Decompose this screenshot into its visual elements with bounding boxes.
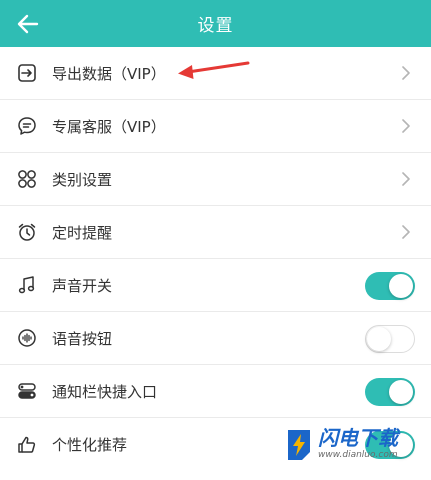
settings-row-voice: 语音按钮 bbox=[0, 312, 431, 365]
export-icon bbox=[16, 62, 38, 84]
chevron-right-icon bbox=[402, 225, 410, 239]
arrow-left-icon bbox=[17, 14, 39, 34]
settings-row-customer-service[interactable]: 专属客服（VIP） bbox=[0, 100, 431, 153]
settings-row-notification-shortcut: 通知栏快捷入口 bbox=[0, 365, 431, 418]
settings-row-label: 导出数据（VIP） bbox=[52, 64, 166, 83]
app-header: 设置 bbox=[0, 0, 431, 47]
settings-row-label: 声音开关 bbox=[52, 276, 113, 295]
chat-bubble-icon bbox=[16, 115, 38, 137]
category-grid-icon bbox=[16, 168, 38, 190]
lightning-logo-icon bbox=[288, 430, 310, 460]
watermark-brand: 闪电下载 bbox=[318, 426, 398, 450]
watermark-text: 闪电下载 www.dianluo.com bbox=[318, 427, 398, 461]
settings-row-category[interactable]: 类别设置 bbox=[0, 153, 431, 206]
settings-row-label: 通知栏快捷入口 bbox=[52, 382, 158, 401]
settings-row-export-data[interactable]: 导出数据（VIP） bbox=[0, 47, 431, 100]
settings-row-label: 个性化推荐 bbox=[52, 436, 128, 454]
voice-button-toggle[interactable] bbox=[365, 325, 415, 353]
thumbs-up-icon bbox=[16, 434, 38, 456]
chevron-right-icon bbox=[402, 172, 410, 186]
toggle-knob bbox=[389, 380, 413, 404]
toggle-knob bbox=[367, 326, 391, 351]
notification-bar-icon bbox=[16, 380, 38, 402]
back-button[interactable] bbox=[12, 8, 44, 40]
watermark-url: www.dianluo.com bbox=[318, 450, 398, 460]
chevron-right-icon bbox=[402, 66, 410, 80]
page-title: 设置 bbox=[197, 16, 234, 36]
notification-shortcut-toggle[interactable] bbox=[365, 378, 415, 406]
settings-list: 导出数据（VIP） 专属客服（VIP） 类别设置 定时提醒 声音开关 语音按钮 … bbox=[0, 47, 431, 471]
settings-row-sound: 声音开关 bbox=[0, 259, 431, 312]
music-note-icon bbox=[16, 274, 38, 296]
settings-row-label: 语音按钮 bbox=[52, 329, 113, 348]
sound-toggle[interactable] bbox=[365, 272, 415, 300]
chevron-right-icon bbox=[402, 119, 410, 133]
toggle-knob bbox=[389, 274, 413, 298]
alarm-clock-icon bbox=[16, 221, 38, 243]
settings-row-label: 类别设置 bbox=[52, 170, 113, 189]
settings-row-label: 定时提醒 bbox=[52, 223, 113, 242]
voice-wave-icon bbox=[16, 327, 38, 349]
watermark: 闪电下载 www.dianluo.com bbox=[284, 418, 424, 470]
settings-row-reminder[interactable]: 定时提醒 bbox=[0, 206, 431, 259]
settings-row-label: 专属客服（VIP） bbox=[52, 117, 166, 136]
